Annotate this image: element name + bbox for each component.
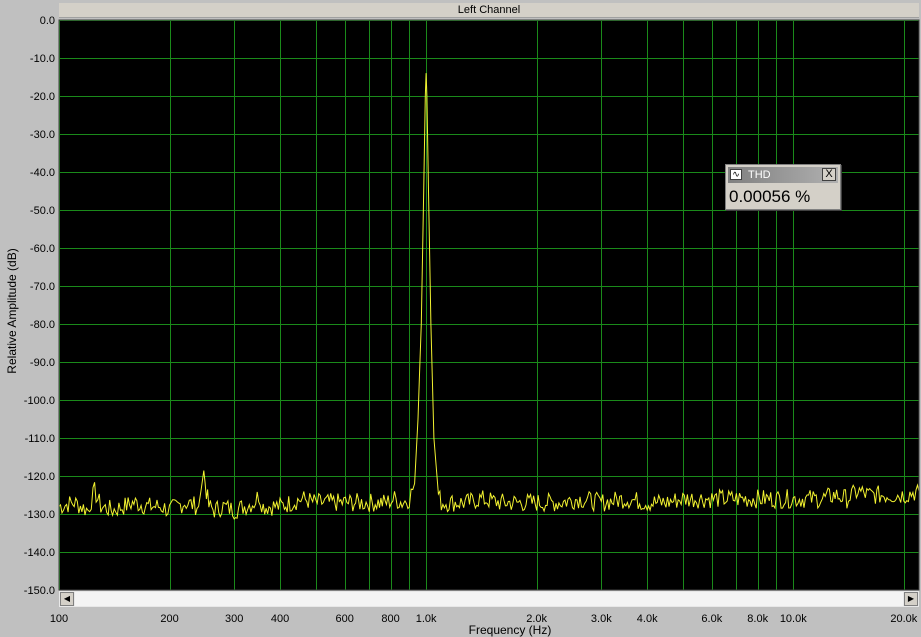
y-tick-label: -120.0 xyxy=(24,471,55,483)
y-tick-label: -130.0 xyxy=(24,509,55,521)
x-tick-label: 4.0k xyxy=(637,613,658,625)
thd-title-bar[interactable]: ∿ THD X xyxy=(728,167,838,183)
thd-title: THD xyxy=(748,169,771,181)
x-tick-label: 3.0k xyxy=(591,613,612,625)
spectrum-chart: 0.0 -10.0 -20.0 -30.0 -40.0 -50.0 -60.0 -70.0 -8… xyxy=(5,15,920,637)
x-tick-label: 1.0k xyxy=(416,613,437,625)
y-tick-label: -140.0 xyxy=(24,547,55,559)
x-tick-label: 6.0k xyxy=(701,613,722,625)
y-tick-label: -100.0 xyxy=(24,395,55,407)
y-axis-label: Relative Amplitude (dB) xyxy=(5,248,19,373)
x-tick-label: 200 xyxy=(160,613,178,625)
y-tick-label: -20.0 xyxy=(30,91,55,103)
y-tick-label: -150.0 xyxy=(24,585,55,597)
x-tick-label: 300 xyxy=(225,613,243,625)
x-tick-label: 400 xyxy=(271,613,289,625)
x-tick-label: 800 xyxy=(381,613,399,625)
scroll-right-button[interactable]: ▶ xyxy=(904,592,918,606)
y-tick-label: -30.0 xyxy=(30,129,55,141)
x-tick-label: 600 xyxy=(336,613,354,625)
scrollbar-track[interactable] xyxy=(75,592,903,606)
close-button[interactable]: X xyxy=(822,168,836,181)
horizontal-scrollbar[interactable]: ◀ ▶ xyxy=(59,590,919,607)
y-tick-label: -80.0 xyxy=(30,319,55,331)
thd-value: 0.00056 % xyxy=(729,187,811,206)
y-tick-label: -110.0 xyxy=(25,433,55,445)
y-tick-label: -10.0 xyxy=(30,53,55,65)
x-tick-label: 8.0k xyxy=(747,613,768,625)
scroll-left-button[interactable]: ◀ xyxy=(60,592,74,606)
x-tick-label: 20.0k xyxy=(890,613,917,625)
thd-meter-window[interactable]: ∿ THD X 0.00056 % xyxy=(725,164,841,210)
y-tick-label: -50.0 xyxy=(30,205,55,217)
x-axis-label: Frequency (Hz) xyxy=(469,623,552,637)
y-tick-label: -90.0 xyxy=(30,357,55,369)
x-tick-label: 10.0k xyxy=(780,613,807,625)
x-tick-label: 100 xyxy=(50,613,68,625)
y-tick-label: -70.0 xyxy=(30,281,55,293)
y-tick-label: -60.0 xyxy=(30,243,55,255)
y-tick-label: 0.0 xyxy=(40,15,55,27)
waveform-icon: ∿ xyxy=(730,169,742,180)
y-tick-label: -40.0 xyxy=(30,167,55,179)
